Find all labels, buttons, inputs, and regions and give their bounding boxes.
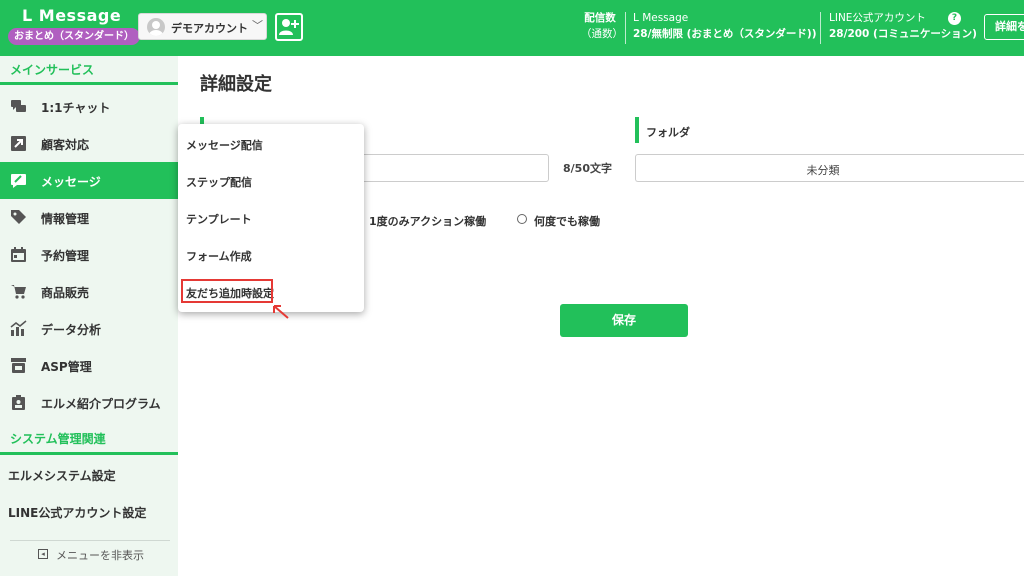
- sidebar-item-label: 予約管理: [41, 249, 90, 263]
- chevron-down-icon: ﹀: [252, 19, 263, 32]
- hide-menu-label: メニューを非表示: [56, 549, 144, 562]
- help-icon[interactable]: ?: [948, 12, 961, 25]
- header-divider: [625, 12, 626, 44]
- sidebar-divider: [10, 540, 170, 541]
- add-user-icon: [279, 19, 299, 35]
- collapse-icon: ◂: [38, 549, 48, 559]
- account-name: デモアカウント: [171, 22, 248, 35]
- radio-button[interactable]: [517, 214, 527, 224]
- line-account-stat-value: 28/200 (コミュニケーション): [829, 28, 977, 40]
- sidebar-item-sales[interactable]: 商品販売: [0, 273, 178, 310]
- add-friend-button[interactable]: [275, 13, 303, 41]
- sidebar-item-label: 商品販売: [41, 286, 90, 300]
- delivery-count-sub: （通数）: [581, 28, 623, 40]
- sidebar-item-label: ASP管理: [41, 360, 92, 374]
- submenu-item-template[interactable]: テンプレート: [186, 211, 252, 227]
- section-marker: [635, 117, 639, 143]
- sidebar-item-line-settings[interactable]: LINE公式アカウント設定: [0, 494, 178, 530]
- delivery-count-label: 配信数: [584, 12, 616, 24]
- submenu-item-message-delivery[interactable]: メッセージ配信: [186, 137, 263, 153]
- sidebar-item-info[interactable]: 情報管理: [0, 199, 178, 236]
- sidebar-item-label: LINE公式アカウント設定: [8, 506, 147, 520]
- detail-button[interactable]: 詳細を: [984, 14, 1024, 40]
- folder-select[interactable]: 未分類: [635, 154, 1024, 182]
- radio-once-label[interactable]: 1度のみアクション稼働: [369, 213, 486, 229]
- sidebar-item-label: 1:1チャット: [41, 101, 111, 115]
- chart-icon: [10, 320, 27, 336]
- arrow-box-icon: [11, 136, 26, 151]
- page-title: 詳細設定: [200, 74, 272, 95]
- section-divider: [0, 452, 178, 455]
- avatar-icon: [147, 18, 165, 36]
- sidebar-item-customer[interactable]: 顧客対応: [0, 125, 178, 162]
- sidebar-item-label: メッセージ: [41, 175, 101, 189]
- folder-value: 未分類: [806, 164, 840, 177]
- sidebar-item-analytics[interactable]: データ分析: [0, 310, 178, 347]
- main-service-heading: メインサービス: [10, 63, 95, 77]
- brand-logo[interactable]: L Message: [22, 6, 121, 25]
- sidebar-item-label: エルメシステム設定: [8, 469, 116, 483]
- store-icon: [11, 358, 26, 373]
- sidebar-item-reservation[interactable]: 予約管理: [0, 236, 178, 273]
- highlight-box: [181, 279, 273, 303]
- radio-any-label: 何度でも稼働: [534, 215, 600, 228]
- calendar-icon: [11, 247, 26, 262]
- sidebar-item-label: 情報管理: [41, 212, 90, 226]
- save-button[interactable]: 保存: [560, 304, 688, 337]
- folder-label: フォルダ: [646, 126, 690, 139]
- lmessage-stat: L Message 28/無制限 (おまとめ（スタンダード)): [633, 10, 817, 42]
- tag-icon: [11, 210, 26, 224]
- section-divider: [0, 82, 178, 85]
- account-selector[interactable]: デモアカウント ﹀: [138, 13, 267, 40]
- system-management-heading: システム管理関連: [10, 432, 106, 446]
- submenu-item-form[interactable]: フォーム作成: [186, 248, 252, 264]
- sidebar-item-system-settings[interactable]: エルメシステム設定: [0, 457, 178, 493]
- sidebar-item-referral[interactable]: エルメ紹介プログラム: [0, 384, 178, 421]
- sidebar-item-message[interactable]: メッセージ: [0, 162, 178, 199]
- char-count: 8/50文字: [563, 162, 612, 175]
- clipboard-icon: [12, 395, 25, 410]
- lmessage-stat-label: L Message: [633, 12, 689, 24]
- lmessage-stat-value: 28/無制限 (おまとめ（スタンダード)): [633, 28, 817, 40]
- sidebar-item-label: エルメ紹介プログラム: [41, 397, 161, 411]
- delivery-count-stat: 配信数 （通数）: [581, 10, 623, 42]
- header-divider: [820, 12, 821, 44]
- sidebar-item-label: データ分析: [41, 323, 102, 337]
- pointer-arrow-icon: [273, 305, 289, 319]
- submenu-item-step-delivery[interactable]: ステップ配信: [186, 174, 252, 190]
- plan-badge: おまとめ（スタンダード）: [8, 28, 140, 45]
- sidebar: メインサービス 1:1チャット 顧客対応 メッセージ 情報管理 予約管理 商品販…: [0, 56, 178, 576]
- chat-icon: [11, 100, 26, 112]
- cart-icon: [11, 285, 26, 299]
- sidebar-item-asp[interactable]: ASP管理: [0, 347, 178, 384]
- message-edit-icon: [11, 174, 26, 188]
- top-header: L Message おまとめ（スタンダード） デモアカウント ﹀ 配信数 （通数…: [0, 0, 1024, 56]
- sidebar-item-chat[interactable]: 1:1チャット: [0, 88, 178, 125]
- sidebar-item-label: 顧客対応: [41, 138, 90, 152]
